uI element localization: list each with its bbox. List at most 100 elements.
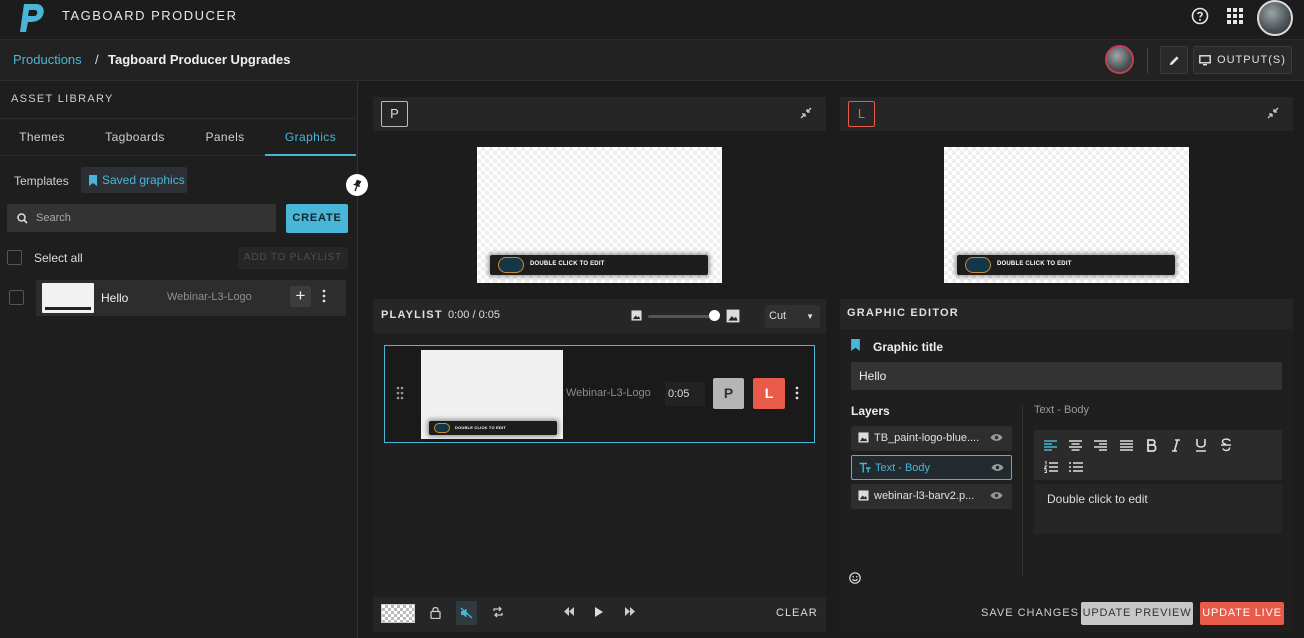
play-icon[interactable] bbox=[594, 606, 604, 618]
send-to-live-button[interactable]: L bbox=[753, 378, 785, 409]
breadcrumb-productions-link[interactable]: Productions bbox=[13, 52, 82, 67]
emoji-icon[interactable] bbox=[849, 572, 861, 584]
image-small-icon bbox=[631, 310, 642, 321]
eye-icon[interactable] bbox=[990, 433, 1003, 442]
breadcrumb-separator: / bbox=[95, 52, 99, 67]
align-right-icon[interactable] bbox=[1094, 440, 1107, 451]
preview-badge: P bbox=[381, 101, 408, 127]
image-icon bbox=[858, 490, 869, 501]
asset-library-title: ASSET LIBRARY bbox=[11, 93, 114, 105]
add-item-button[interactable]: + bbox=[290, 286, 311, 307]
eye-icon[interactable] bbox=[991, 463, 1004, 472]
help-icon[interactable] bbox=[1191, 7, 1209, 25]
add-to-playlist-button[interactable]: ADD TO PLAYLIST bbox=[238, 247, 348, 269]
tab-graphics[interactable]: Graphics bbox=[265, 119, 356, 156]
item-checkbox[interactable] bbox=[9, 290, 24, 305]
lock-icon[interactable] bbox=[430, 606, 441, 619]
tab-tagboards[interactable]: Tagboards bbox=[88, 119, 182, 156]
outputs-button[interactable]: OUTPUT(S) bbox=[1193, 46, 1292, 74]
user-avatar[interactable] bbox=[1257, 0, 1293, 36]
asset-tabs: Themes Tagboards Panels Graphics bbox=[0, 118, 358, 156]
selected-layer-label: Text - Body bbox=[1034, 404, 1090, 416]
more-vert-icon[interactable] bbox=[795, 386, 799, 400]
slider-handle[interactable] bbox=[709, 310, 720, 321]
lower-third[interactable]: DOUBLE CLICK TO EDIT bbox=[490, 255, 708, 275]
layer-name: TB_paint-logo-blue.... bbox=[874, 432, 980, 444]
thumbnail-size-slider[interactable] bbox=[648, 315, 716, 318]
graphic-editor-title: GRAPHIC EDITOR bbox=[847, 307, 959, 319]
rewind-icon[interactable] bbox=[563, 606, 575, 617]
duration-input[interactable]: 0:05 bbox=[665, 382, 705, 406]
divider bbox=[1147, 48, 1148, 73]
volume-off-icon bbox=[460, 607, 473, 619]
collaborator-avatar[interactable] bbox=[1105, 45, 1134, 74]
select-all-checkbox[interactable] bbox=[7, 250, 22, 265]
search-input[interactable]: Search bbox=[7, 204, 276, 232]
edit-button[interactable] bbox=[1160, 46, 1188, 74]
italic-icon[interactable] bbox=[1171, 439, 1181, 452]
pin-panel-button[interactable] bbox=[346, 174, 368, 196]
numbered-list-icon[interactable] bbox=[1044, 461, 1058, 473]
live-badge: L bbox=[848, 101, 875, 127]
align-left-icon[interactable] bbox=[1044, 440, 1057, 451]
lower-third-text: DOUBLE CLICK TO EDIT bbox=[997, 261, 1072, 267]
top-bar: TAGBOARD PRODUCER bbox=[0, 0, 1304, 40]
tagboard-logo-icon bbox=[498, 257, 524, 273]
layer-item[interactable]: webinar-l3-barv2.p... bbox=[851, 484, 1012, 509]
graphic-title-label: Graphic title bbox=[873, 340, 944, 354]
bold-icon[interactable] bbox=[1146, 439, 1157, 452]
drag-handle-icon[interactable] bbox=[396, 386, 404, 400]
align-center-icon[interactable] bbox=[1069, 440, 1082, 451]
pencil-icon bbox=[1169, 55, 1179, 65]
fast-forward-icon[interactable] bbox=[624, 606, 636, 617]
more-vert-icon[interactable] bbox=[322, 289, 326, 303]
playlist-time: 0:00 / 0:05 bbox=[448, 309, 500, 321]
bookmark-icon bbox=[851, 339, 860, 351]
live-canvas[interactable]: DOUBLE CLICK TO EDIT bbox=[944, 147, 1189, 283]
playlist-item[interactable]: DOUBLE CLICK TO EDIT Webinar-L3-Logo 0:0… bbox=[384, 345, 815, 443]
loop-icon[interactable] bbox=[492, 606, 504, 618]
text-icon bbox=[859, 462, 871, 473]
divider bbox=[1022, 405, 1023, 575]
list-item[interactable]: Hello Webinar-L3-Logo + bbox=[36, 280, 346, 316]
clear-button[interactable]: CLEAR bbox=[776, 607, 818, 619]
layer-name: webinar-l3-barv2.p... bbox=[874, 490, 975, 502]
collapse-icon[interactable] bbox=[800, 107, 812, 119]
app-logo-icon[interactable] bbox=[18, 2, 46, 34]
playlist-title: PLAYLIST bbox=[381, 309, 443, 321]
image-icon bbox=[858, 432, 869, 443]
eye-icon[interactable] bbox=[990, 491, 1003, 500]
transition-select[interactable]: Cut ▼ bbox=[765, 305, 820, 328]
graphic-title-input[interactable]: Hello bbox=[851, 362, 1282, 390]
update-preview-button[interactable]: UPDATE PREVIEW bbox=[1081, 602, 1193, 625]
transparent-background-toggle[interactable] bbox=[381, 604, 415, 623]
subtab-templates[interactable]: Templates bbox=[14, 174, 69, 188]
update-live-button[interactable]: UPDATE LIVE bbox=[1200, 602, 1284, 625]
strikethrough-icon[interactable] bbox=[1220, 438, 1232, 452]
save-changes-button[interactable]: SAVE CHANGES bbox=[981, 607, 1079, 619]
playlist-panel: PLAYLIST 0:00 / 0:05 Cut ▼ DOUBLE CLICK … bbox=[373, 299, 826, 632]
text-body-editor[interactable]: Double click to edit bbox=[1034, 484, 1282, 534]
preview-header: P bbox=[373, 97, 826, 131]
underline-icon[interactable] bbox=[1195, 438, 1207, 452]
tab-themes[interactable]: Themes bbox=[0, 119, 84, 156]
image-large-icon bbox=[726, 309, 740, 323]
mute-button[interactable] bbox=[456, 601, 477, 625]
send-to-preview-button[interactable]: P bbox=[713, 378, 744, 409]
lower-third[interactable]: DOUBLE CLICK TO EDIT bbox=[957, 255, 1175, 275]
layer-item-selected[interactable]: Text - Body bbox=[851, 455, 1012, 480]
bullet-list-icon[interactable] bbox=[1069, 461, 1083, 473]
collapse-icon[interactable] bbox=[1267, 107, 1279, 119]
layer-item[interactable]: TB_paint-logo-blue.... bbox=[851, 426, 1012, 451]
subtab-saved-graphics[interactable]: Saved graphics bbox=[81, 167, 187, 193]
tab-panels[interactable]: Panels bbox=[182, 119, 268, 156]
align-justify-icon[interactable] bbox=[1120, 440, 1133, 451]
saved-graphics-label: Saved graphics bbox=[102, 173, 185, 187]
playlist-footer: CLEAR bbox=[373, 597, 826, 632]
preview-canvas[interactable]: DOUBLE CLICK TO EDIT bbox=[477, 147, 722, 283]
apps-grid-icon[interactable] bbox=[1226, 7, 1244, 25]
live-header: L bbox=[840, 97, 1293, 131]
transition-value: Cut bbox=[769, 310, 787, 322]
text-format-toolbar bbox=[1034, 430, 1282, 480]
create-button[interactable]: CREATE bbox=[286, 204, 348, 233]
